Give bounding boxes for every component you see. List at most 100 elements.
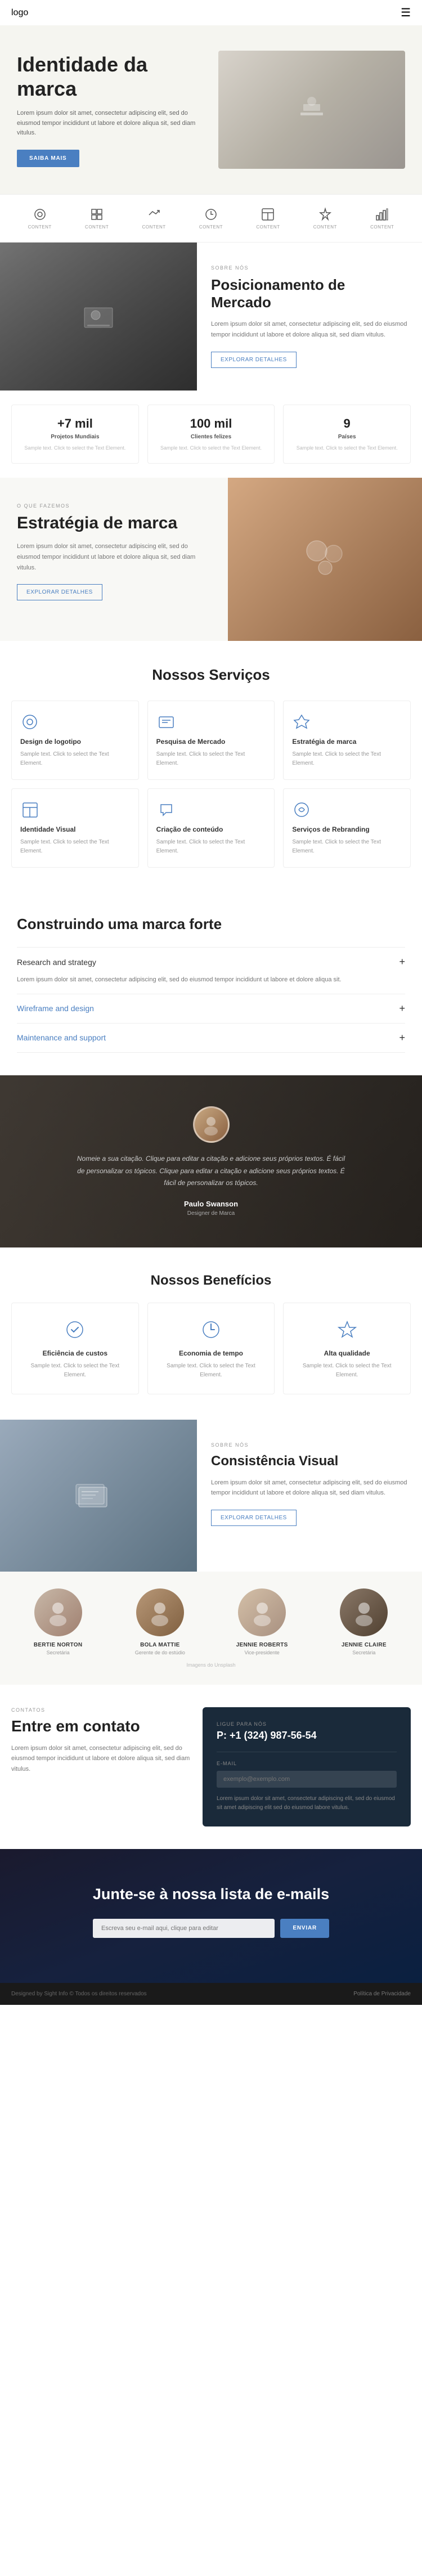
team-role-0: Secretária (11, 1650, 105, 1655)
about-image (0, 243, 197, 391)
service-desc-0: Sample text. Click to select the Text El… (20, 750, 130, 768)
service-title-1: Pesquisa de Mercado (156, 738, 266, 746)
accordion-header-0[interactable]: Research and strategy + (17, 956, 405, 968)
stat-label-2: Países (292, 434, 402, 440)
stat-label-1: Clientes felizes (156, 434, 266, 440)
accordion-item-0: Research and strategy + Lorem ipsum dolo… (17, 947, 405, 994)
benefit-card-0: Eficiência de custos Sample text. Click … (11, 1303, 139, 1394)
contact-right: LIGUE PARA NÓS P: +1 (324) 987-56-54 E-M… (203, 1707, 411, 1826)
stat-label-0: Projetos Mundiais (20, 434, 130, 440)
icon-item-0[interactable]: CONTENT (28, 207, 52, 230)
consistency-description: Lorem ipsum dolor sit amet, consectetur … (211, 1478, 408, 1498)
benefit-desc-0: Sample text. Click to select the Text El… (20, 1362, 130, 1380)
accordion-plus-0[interactable]: + (399, 956, 405, 968)
team-card-3: JENNIE CLAIRE Secretária (317, 1588, 411, 1655)
hero-section: Identidade da marca Lorem ipsum dolor si… (0, 25, 422, 194)
team-avatar-0 (34, 1588, 82, 1636)
icon-item-4[interactable]: CONTENT (256, 207, 280, 230)
service-desc-4: Sample text. Click to select the Text El… (156, 838, 266, 856)
accordion-text-0: Lorem ipsum dolor sit amet, consectetur … (17, 975, 405, 985)
building-section: Construindo uma marca forte Research and… (0, 893, 422, 1075)
service-title-4: Criação de conteúdo (156, 825, 266, 833)
services-title: Nossos Serviços (11, 666, 411, 684)
testimonial-section: Nomeie a sua citação. Clique para editar… (0, 1075, 422, 1247)
service-icon-3 (20, 800, 130, 820)
icon-label-3: CONTENT (199, 225, 223, 230)
service-icon-0 (20, 712, 130, 732)
email-signup-button[interactable]: ENVIAR (280, 1919, 329, 1938)
icons-row: CONTENT CONTENT CONTENT CONTENT CONTENT … (0, 194, 422, 243)
email-signup-form: ENVIAR (93, 1919, 329, 1938)
about-button[interactable]: EXPLORAR DETALHES (211, 352, 297, 368)
email-signup-input[interactable] (93, 1919, 275, 1938)
service-desc-5: Sample text. Click to select the Text El… (292, 838, 402, 856)
icon-label-4: CONTENT (256, 225, 280, 230)
consistency-button[interactable]: EXPLORAR DETALHES (211, 1510, 297, 1526)
service-card-1: Pesquisa de Mercado Sample text. Click t… (147, 701, 275, 780)
building-title: Construindo uma marca forte (17, 915, 405, 933)
contact-email-input[interactable] (217, 1771, 397, 1788)
benefit-icon-2 (334, 1317, 360, 1343)
stat-number-0: +7 mil (20, 416, 130, 431)
nav-menu-icon[interactable]: ☰ (401, 6, 411, 20)
icon-item-2[interactable]: CONTENT (142, 207, 165, 230)
icon-item-1[interactable]: CONTENT (85, 207, 109, 230)
strategy-section: O QUE FAZEMOS Estratégia de marca Lorem … (0, 478, 422, 641)
about-section: SOBRE NÓS Posicionamento de Mercado Lore… (0, 243, 422, 391)
service-desc-2: Sample text. Click to select the Text El… (292, 750, 402, 768)
team-section: BERTIE NORTON Secretária BOLA MATTIE Ger… (0, 1572, 422, 1685)
stat-card-0: +7 mil Projetos Mundiais Sample text. Cl… (11, 405, 139, 464)
benefit-desc-2: Sample text. Click to select the Text El… (292, 1362, 402, 1380)
benefit-title-2: Alta qualidade (292, 1349, 402, 1357)
stat-number-2: 9 (292, 416, 402, 431)
accordion-header-1[interactable]: Wireframe and design + (17, 1003, 405, 1015)
icon-item-3[interactable]: CONTENT (199, 207, 223, 230)
benefit-title-1: Economia de tempo (156, 1349, 266, 1357)
accordion-content-0: Lorem ipsum dolor sit amet, consectetur … (17, 968, 405, 985)
stat-desc-2: Sample text. Click to select the Text El… (292, 445, 402, 452)
consistency-image (0, 1420, 197, 1572)
contact-title: Entre em contato (11, 1717, 191, 1735)
footer: Designed by Sight Info © Todos os direit… (0, 1983, 422, 2005)
strategy-content: O QUE FAZEMOS Estratégia de marca Lorem … (0, 478, 228, 641)
team-card-1: BOLA MATTIE Gerente de do estúdio (113, 1588, 206, 1655)
services-section: Nossos Serviços Design de logotipo Sampl… (0, 641, 422, 893)
strategy-button[interactable]: EXPLORAR DETALHES (17, 584, 102, 600)
service-icon-4 (156, 800, 266, 820)
team-name-3: JENNIE CLAIRE (317, 1642, 411, 1648)
nav-logo: logo (11, 8, 28, 18)
team-card-2: JENNIE ROBERTS Vice-presidente (216, 1588, 309, 1655)
strategy-image (228, 478, 422, 641)
testimonial-role: Designer de Marca (17, 1210, 405, 1217)
hero-button[interactable]: SAIBA MAIS (17, 150, 79, 167)
accordion-plus-2[interactable]: + (399, 1032, 405, 1044)
email-signup-section: Junte-se à nossa lista de e-mails ENVIAR (0, 1849, 422, 1983)
icon-item-5[interactable]: CONTENT (313, 207, 337, 230)
accordion-header-label-0: Research and strategy (17, 958, 96, 967)
footer-privacy-link[interactable]: Política de Privacidade (353, 1991, 411, 1997)
about-title: Posicionamento de Mercado (211, 276, 408, 311)
consistency-section: SOBRE NÓS Consistência Visual Lorem ipsu… (0, 1420, 422, 1572)
contact-phone-label: LIGUE PARA NÓS (217, 1721, 397, 1727)
team-avatar-1 (136, 1588, 184, 1636)
icon-item-6[interactable]: CONTENT (370, 207, 394, 230)
stat-desc-1: Sample text. Click to select the Text El… (156, 445, 266, 452)
stats-section: +7 mil Projetos Mundiais Sample text. Cl… (0, 391, 422, 478)
contact-email-label: E-MAIL (217, 1761, 397, 1766)
team-card-0: BERTIE NORTON Secretária (11, 1588, 105, 1655)
contact-left: CONTATOS Entre em contato Lorem ipsum do… (11, 1707, 191, 1826)
contact-phone: P: +1 (324) 987-56-54 (217, 1730, 397, 1742)
icon-label-0: CONTENT (28, 225, 52, 230)
benefits-section: Nossos Benefícios Eficiência de custos S… (0, 1247, 422, 1420)
accordion-header-label-1: Wireframe and design (17, 1004, 94, 1013)
benefit-card-2: Alta qualidade Sample text. Click to sel… (283, 1303, 411, 1394)
strategy-description: Lorem ipsum dolor sit amet, consectetur … (17, 541, 211, 573)
accordion-item-1: Wireframe and design + (17, 994, 405, 1023)
team-footer: Imagens do Unsplash (11, 1662, 411, 1668)
team-avatar-3 (340, 1588, 388, 1636)
icon-label-5: CONTENT (313, 225, 337, 230)
contact-section: CONTATOS Entre em contato Lorem ipsum do… (0, 1685, 422, 1849)
accordion-plus-1[interactable]: + (399, 1003, 405, 1015)
accordion-header-2[interactable]: Maintenance and support + (17, 1032, 405, 1044)
testimonial-avatar (193, 1106, 230, 1143)
